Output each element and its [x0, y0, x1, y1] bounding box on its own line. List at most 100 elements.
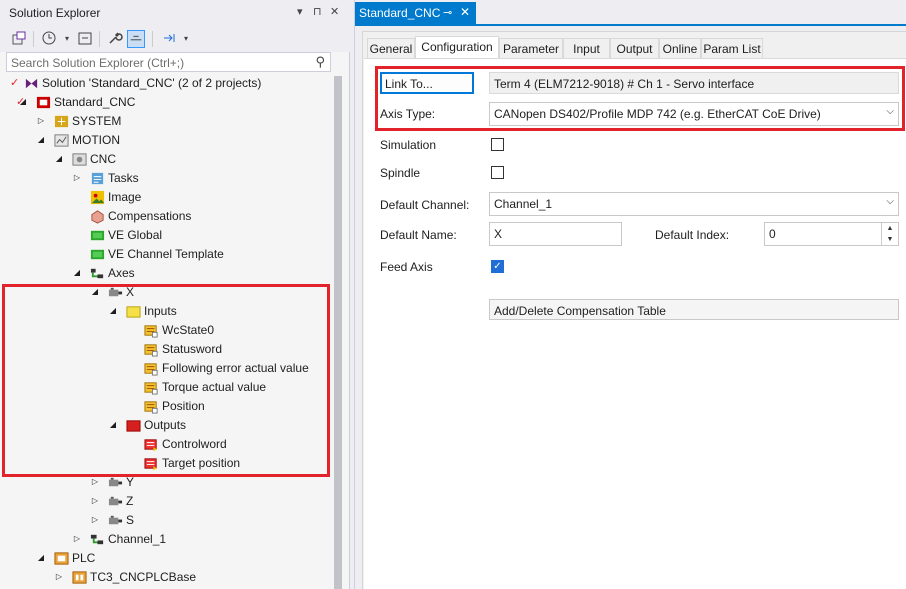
tab-online[interactable]: Online: [659, 38, 701, 58]
feed-axis-checkbox[interactable]: ✓: [491, 260, 504, 273]
document-tab[interactable]: Standard_CNC ⊸ ✕: [355, 2, 476, 24]
tree-item-label: VE Global: [108, 228, 163, 242]
scrollbar-thumb[interactable]: [334, 76, 342, 589]
close-tab-icon[interactable]: ✕: [460, 5, 470, 19]
expand-icon[interactable]: ▷: [90, 495, 100, 507]
simulation-checkbox[interactable]: [491, 138, 504, 151]
highlight-box-link: [375, 66, 905, 131]
tree-item-label: CNC: [90, 152, 116, 166]
pending-change-icon: ✓: [10, 77, 20, 89]
default-index-stepper[interactable]: 0: [764, 222, 899, 246]
tree-item-label: Compensations: [108, 209, 192, 223]
tree-item[interactable]: Compensations: [0, 207, 332, 226]
ve-global-icon: [90, 228, 105, 243]
default-index-spin-buttons[interactable]: ▲ ▼: [881, 223, 898, 245]
plc-icon: [54, 551, 69, 566]
spin-down-icon[interactable]: ▼: [882, 234, 898, 245]
solution-explorer-search[interactable]: ⚲: [6, 52, 331, 72]
tree-item[interactable]: ▷ SYSTEM: [0, 112, 332, 131]
tree-item[interactable]: ▷ Z: [0, 492, 332, 511]
tab-parameter[interactable]: Parameter: [499, 38, 563, 58]
tree-item-label: S: [126, 513, 135, 527]
history-dropdown-icon[interactable]: ▾: [58, 30, 76, 48]
search-input[interactable]: [11, 55, 301, 70]
tree-item[interactable]: ▷ Channel_1: [0, 530, 332, 549]
solution-icon: [24, 76, 39, 91]
properties-wrench-icon[interactable]: [106, 30, 124, 48]
collapse-icon[interactable]: ◢: [54, 153, 64, 165]
expand-icon[interactable]: ▷: [36, 115, 46, 127]
expand-icon[interactable]: ▷: [90, 514, 100, 526]
tree-item-label: Tasks: [108, 171, 139, 185]
vertical-scrollbar[interactable]: [333, 74, 343, 589]
pin-tab-icon[interactable]: ⊸: [443, 6, 452, 19]
collapse-all-icon[interactable]: [76, 30, 94, 48]
tab-param-list[interactable]: Param List: [701, 38, 763, 58]
document-window: Standard_CNC ⊸ ✕ General Configuration Par…: [354, 0, 906, 589]
chevron-down-icon: ⌵: [886, 196, 894, 207]
search-icon[interactable]: ⚲: [315, 54, 325, 70]
tree-item[interactable]: ▷ TC3_CNCPLCBase: [0, 568, 332, 587]
tree-item[interactable]: Image: [0, 188, 332, 207]
tab-configuration[interactable]: Configuration: [415, 36, 499, 59]
collapse-icon[interactable]: ◢: [18, 96, 28, 108]
close-icon[interactable]: ✕: [330, 5, 339, 18]
default-channel-dropdown[interactable]: Channel_1 ⌵: [489, 192, 899, 216]
expand-icon[interactable]: ▷: [72, 533, 82, 545]
preview-selected-icon[interactable]: [127, 30, 145, 48]
highlight-box-axis-x: [2, 284, 330, 477]
tree-item[interactable]: ◢ Axes: [0, 264, 332, 283]
plc-project-icon: [72, 570, 87, 585]
simulation-label: Simulation: [380, 138, 437, 152]
compensations-icon: [90, 209, 105, 224]
expand-icon[interactable]: ▷: [90, 476, 100, 488]
tree-item-label: Solution 'Standard_CNC' (2 of 2 projects…: [42, 76, 262, 90]
axis-properties-page: General Configuration Parameter Input Output…: [362, 31, 906, 589]
axis-icon: [108, 475, 123, 490]
channel-icon: [90, 532, 105, 547]
panel-title: Solution Explorer: [9, 6, 101, 20]
tree-item-label: PLC: [72, 551, 96, 565]
tree-item-label: Y: [126, 475, 135, 489]
tree-item[interactable]: ◢ MOTION: [0, 131, 332, 150]
tree-item[interactable]: ▷ S: [0, 511, 332, 530]
tree-item[interactable]: ✓ Solution 'Standard_CNC' (2 of 2 project…: [0, 74, 332, 93]
axis-icon: [108, 513, 123, 528]
default-channel-value: Channel_1: [494, 197, 553, 211]
tree-item-label: VE Channel Template: [108, 247, 224, 261]
tree-item-label: MOTION: [72, 133, 120, 147]
solution-explorer-titlebar: Solution Explorer ▾ ⊓ ✕: [0, 0, 350, 25]
collapse-icon[interactable]: ◢: [36, 552, 46, 564]
tree-item[interactable]: VE Channel Template: [0, 245, 332, 264]
switch-views-icon[interactable]: [10, 30, 28, 48]
default-channel-label: Default Channel:: [380, 198, 470, 212]
tree-item[interactable]: ▷ Tasks: [0, 169, 332, 188]
spindle-checkbox[interactable]: [491, 166, 504, 179]
axes-icon: [90, 266, 105, 281]
cnc-icon: [72, 152, 87, 167]
tab-input[interactable]: Input: [563, 38, 610, 58]
pin-icon[interactable]: ⊓: [313, 5, 322, 18]
tree-item-label: Channel_1: [108, 532, 167, 546]
add-delete-compensation-button[interactable]: Add/Delete Compensation Table: [489, 299, 899, 320]
tab-general[interactable]: General: [367, 38, 415, 58]
collapse-icon[interactable]: ◢: [36, 134, 46, 146]
tree-item[interactable]: ◢ CNC: [0, 150, 332, 169]
tree-item-label: Axes: [108, 266, 135, 280]
history-icon[interactable]: [40, 30, 58, 48]
spin-up-icon[interactable]: ▲: [882, 223, 898, 234]
expand-icon[interactable]: ▷: [72, 172, 82, 184]
solution-explorer-panel: Solution Explorer ▾ ⊓ ✕ ▾ ▾ ⚲ ✓Soluti: [0, 0, 350, 589]
window-dropdown-icon[interactable]: ▾: [297, 5, 303, 18]
sync-active-document-icon[interactable]: [160, 30, 178, 48]
expand-icon[interactable]: ▷: [54, 571, 64, 583]
tree-item[interactable]: VE Global: [0, 226, 332, 245]
tree-item[interactable]: ◢ PLC: [0, 549, 332, 568]
tree-item-label: Image: [108, 190, 142, 204]
tab-output[interactable]: Output: [610, 38, 659, 58]
tree-item[interactable]: ✓ ◢ Standard_CNC: [0, 93, 332, 112]
default-name-input[interactable]: X: [489, 222, 622, 246]
tasks-icon: [90, 171, 105, 186]
collapse-icon[interactable]: ◢: [72, 267, 82, 279]
sync-dropdown-icon[interactable]: ▾: [177, 30, 195, 48]
